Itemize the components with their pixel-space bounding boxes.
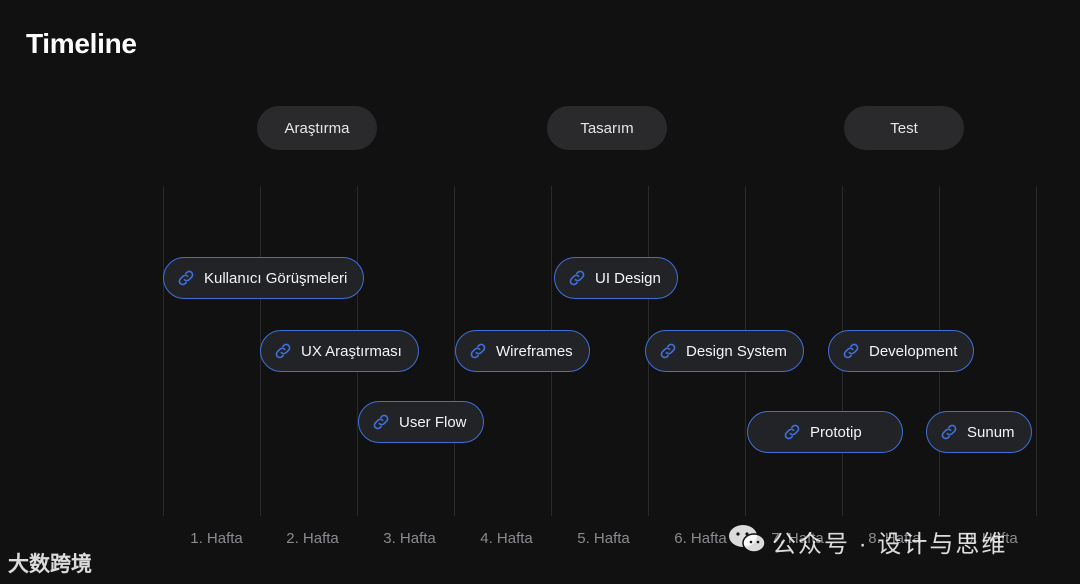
link-icon [782,422,802,442]
task-sunum[interactable]: Sunum [926,411,1032,453]
task-label: Wireframes [496,342,573,360]
task-user-flow[interactable]: User Flow [358,401,484,443]
wechat-icon [727,522,767,556]
task-wireframes[interactable]: Wireframes [455,330,590,372]
link-icon [176,268,196,288]
page-title: Timeline [26,28,137,59]
link-icon [841,341,861,361]
phase-pill-research[interactable]: Araştırma [257,106,377,150]
brand-watermark: 大数跨境 [8,553,92,576]
task-label: User Flow [399,413,467,431]
task-kullanici-gorusmeleri[interactable]: Kullanıcı Görüşmeleri [163,257,365,299]
week-label: 3. Hafta [383,530,436,547]
grid-line [1036,186,1037,516]
task-ux-arastirmasi[interactable]: UX Araştırması [260,330,419,372]
phase-pill-test[interactable]: Test [844,106,964,150]
task-prototip[interactable]: Prototip [747,411,903,453]
task-label: Prototip [810,423,862,441]
link-icon [371,412,391,432]
task-label: Design System [686,342,787,360]
week-label: 1. Hafta [190,530,243,547]
link-icon [468,341,488,361]
week-label: 5. Hafta [577,530,630,547]
link-icon [567,268,587,288]
grid-line [163,186,164,516]
task-label: Kullanıcı Görüşmeleri [204,269,348,287]
task-label: Sunum [967,423,1015,441]
task-ui-design[interactable]: UI Design [554,257,678,299]
week-label: 4. Hafta [480,530,533,547]
task-label: UI Design [595,269,661,287]
week-label: 2. Hafta [286,530,339,547]
link-icon [273,341,293,361]
link-icon [658,341,678,361]
watermark-text: 公众号 · 设计与思维 [772,531,1008,558]
task-label: Development [869,342,958,360]
task-design-system[interactable]: Design System [645,330,804,372]
phase-pill-design[interactable]: Tasarım [547,106,667,150]
task-development[interactable]: Development [828,330,975,372]
link-icon [939,422,959,442]
task-label: UX Araştırması [301,342,402,360]
